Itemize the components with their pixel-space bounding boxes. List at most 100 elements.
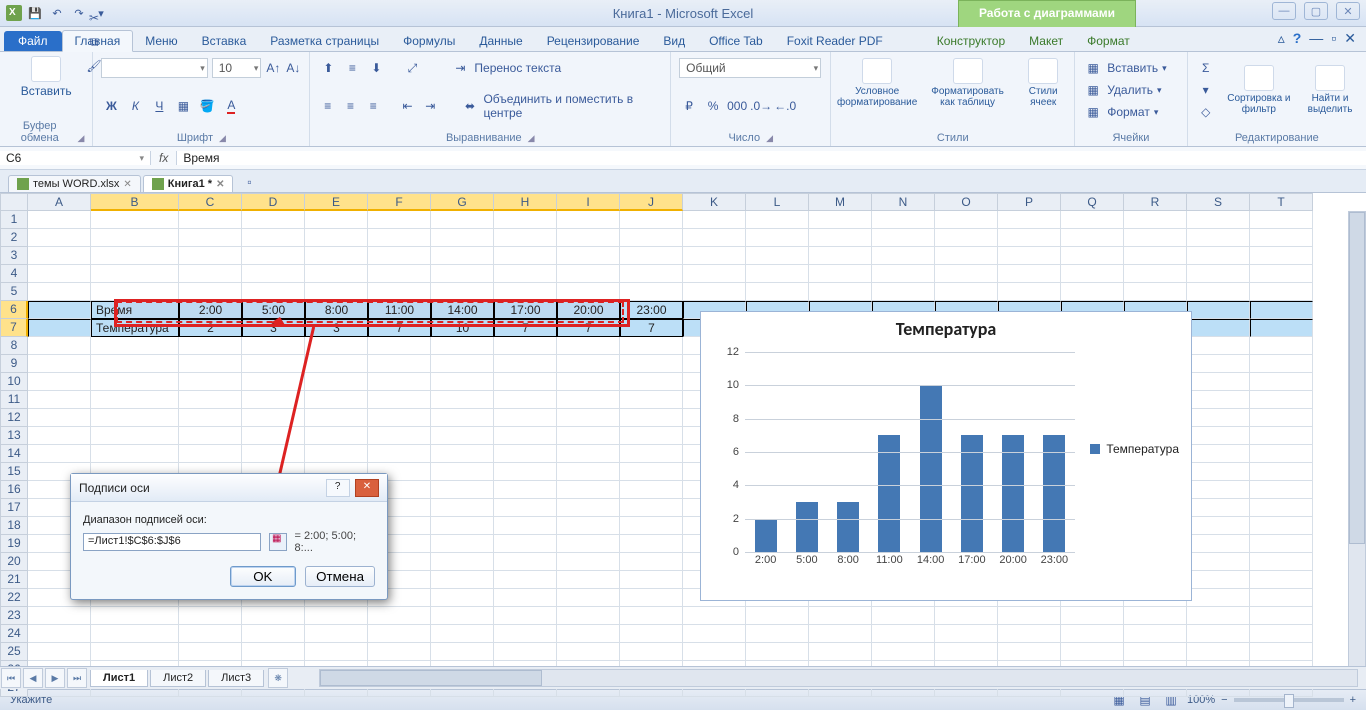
col-header-E[interactable]: E <box>305 193 368 211</box>
cell-C11[interactable] <box>179 391 242 409</box>
insert-cells-label[interactable]: Вставить <box>1107 61 1158 75</box>
cell-H6[interactable]: 17:00 <box>494 301 557 319</box>
row-header-8[interactable]: 8 <box>0 337 28 355</box>
align-middle-icon[interactable]: ≡ <box>342 58 362 78</box>
cell-T18[interactable] <box>1250 517 1313 535</box>
cell-R25[interactable] <box>1124 643 1187 661</box>
cell-M4[interactable] <box>809 265 872 283</box>
cell-B1[interactable] <box>91 211 179 229</box>
cell-O24[interactable] <box>935 625 998 643</box>
cell-S24[interactable] <box>1187 625 1250 643</box>
sheet-tab-1[interactable]: Лист1 <box>90 670 148 687</box>
mdi-minimize-icon[interactable]: — <box>1309 30 1323 47</box>
tab-foxit[interactable]: Foxit Reader PDF <box>775 31 895 51</box>
cell-G8[interactable] <box>431 337 494 355</box>
cell-B8[interactable] <box>91 337 179 355</box>
cell-A9[interactable] <box>28 355 91 373</box>
cell-F13[interactable] <box>368 427 431 445</box>
cell-I14[interactable] <box>557 445 620 463</box>
cell-O2[interactable] <box>935 229 998 247</box>
cell-I5[interactable] <box>557 283 620 301</box>
tab-insert[interactable]: Вставка <box>190 31 259 51</box>
next-sheet-icon[interactable]: ▶ <box>45 668 65 688</box>
cell-F9[interactable] <box>368 355 431 373</box>
cell-O4[interactable] <box>935 265 998 283</box>
cell-Q25[interactable] <box>1061 643 1124 661</box>
col-header-M[interactable]: M <box>809 193 872 211</box>
row-header-11[interactable]: 11 <box>0 391 28 409</box>
align-bottom-icon[interactable]: ⬇ <box>366 58 386 78</box>
cell-I13[interactable] <box>557 427 620 445</box>
cell-S25[interactable] <box>1187 643 1250 661</box>
cell-S17[interactable] <box>1187 499 1250 517</box>
row-header-14[interactable]: 14 <box>0 445 28 463</box>
cell-T24[interactable] <box>1250 625 1313 643</box>
cell-P5[interactable] <box>998 283 1061 301</box>
maximize-button[interactable]: ▢ <box>1304 2 1328 20</box>
cell-I18[interactable] <box>557 517 620 535</box>
cell-G7[interactable]: 10 <box>431 319 494 337</box>
cell-L23[interactable] <box>746 607 809 625</box>
percent-icon[interactable]: % <box>703 96 723 116</box>
cell-D24[interactable] <box>242 625 305 643</box>
cell-J5[interactable] <box>620 283 683 301</box>
cell-N24[interactable] <box>872 625 935 643</box>
sheet-tab-3[interactable]: Лист3 <box>208 670 264 687</box>
cell-D3[interactable] <box>242 247 305 265</box>
tab-review[interactable]: Рецензирование <box>535 31 652 51</box>
cell-I7[interactable]: 7 <box>557 319 620 337</box>
vertical-scrollbar[interactable] <box>1348 211 1366 667</box>
cell-N2[interactable] <box>872 229 935 247</box>
cell-C1[interactable] <box>179 211 242 229</box>
cell-B9[interactable] <box>91 355 179 373</box>
cell-J16[interactable] <box>620 481 683 499</box>
cell-F5[interactable] <box>368 283 431 301</box>
cell-T11[interactable] <box>1250 391 1313 409</box>
row-header-19[interactable]: 19 <box>0 535 28 553</box>
row-header-23[interactable]: 23 <box>0 607 28 625</box>
row-header-3[interactable]: 3 <box>0 247 28 265</box>
cell-K24[interactable] <box>683 625 746 643</box>
format-cells-label[interactable]: Формат <box>1107 105 1150 119</box>
cell-K2[interactable] <box>683 229 746 247</box>
cell-J9[interactable] <box>620 355 683 373</box>
formula-input[interactable]: Время <box>177 151 1366 165</box>
tab-chart-design[interactable]: Конструктор <box>925 31 1017 51</box>
col-header-N[interactable]: N <box>872 193 935 211</box>
cell-E9[interactable] <box>305 355 368 373</box>
sheet-tab-2[interactable]: Лист2 <box>150 670 206 687</box>
cell-I24[interactable] <box>557 625 620 643</box>
cell-Q24[interactable] <box>1061 625 1124 643</box>
range-picker-icon[interactable] <box>269 533 287 551</box>
cell-K23[interactable] <box>683 607 746 625</box>
cell-O5[interactable] <box>935 283 998 301</box>
cell-R23[interactable] <box>1124 607 1187 625</box>
row-header-18[interactable]: 18 <box>0 517 28 535</box>
cell-P2[interactable] <box>998 229 1061 247</box>
last-sheet-icon[interactable]: ⏭ <box>67 668 87 688</box>
cell-H25[interactable] <box>494 643 557 661</box>
cell-C6[interactable]: 2:00 <box>179 301 242 319</box>
cell-S13[interactable] <box>1187 427 1250 445</box>
cell-C13[interactable] <box>179 427 242 445</box>
orientation-icon[interactable]: ⤢ <box>402 58 422 78</box>
cell-T21[interactable] <box>1250 571 1313 589</box>
cell-R24[interactable] <box>1124 625 1187 643</box>
cell-R3[interactable] <box>1124 247 1187 265</box>
row-header-15[interactable]: 15 <box>0 463 28 481</box>
clipboard-launcher-icon[interactable]: ◢ <box>77 133 84 144</box>
cell-G16[interactable] <box>431 481 494 499</box>
cell-J1[interactable] <box>620 211 683 229</box>
cell-G10[interactable] <box>431 373 494 391</box>
cell-R5[interactable] <box>1124 283 1187 301</box>
cell-I6[interactable]: 20:00 <box>557 301 620 319</box>
cell-N4[interactable] <box>872 265 935 283</box>
cell-J6[interactable]: 23:00 <box>620 301 683 319</box>
format-as-table-button[interactable]: Форматировать как таблицу <box>929 58 1006 108</box>
cell-S10[interactable] <box>1187 373 1250 391</box>
cell-I20[interactable] <box>557 553 620 571</box>
cell-A13[interactable] <box>28 427 91 445</box>
cell-H7[interactable]: 7 <box>494 319 557 337</box>
tab-menu[interactable]: Меню <box>133 31 189 51</box>
cell-B10[interactable] <box>91 373 179 391</box>
